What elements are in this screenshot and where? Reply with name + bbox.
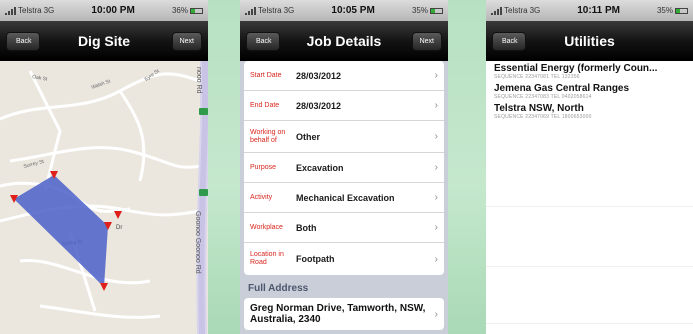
signal-icon <box>5 6 16 15</box>
status-bar: Telstra 3G 10:00 PM 36% <box>0 0 208 21</box>
row-value: Other <box>296 131 321 142</box>
location-in-road-row[interactable]: Location in Road Footpath › <box>244 243 444 275</box>
row-value: 28/03/2012 <box>296 70 342 81</box>
status-bar: Telstra 3G 10:05 PM 35% <box>240 0 448 21</box>
clock: 10:11 PM <box>577 5 621 16</box>
map-label-road-top: nooo Rd <box>195 67 202 94</box>
job-details-screen: Telstra 3G 10:05 PM 35% Back Job Details… <box>240 0 448 334</box>
map-canvas: Oak St Walsh St Eyre St Surrey St Spring… <box>0 61 208 334</box>
row-value: Footpath <box>296 254 335 264</box>
chevron-right-icon: › <box>434 162 438 173</box>
details-group: Start Date 28/03/2012 › End Date 28/03/2… <box>244 61 444 275</box>
network-label: 3G <box>43 6 55 15</box>
next-button[interactable]: Next <box>171 31 202 51</box>
row-value: 28/03/2012 <box>296 100 342 111</box>
utility-detail: SEQUENCE 22347083 TEL 0402058614 <box>494 94 592 100</box>
battery-percent: 36% <box>171 6 188 15</box>
back-button[interactable]: Back <box>6 31 40 51</box>
network-label: 3G <box>529 6 541 15</box>
activity-row[interactable]: Activity Mechanical Excavation › <box>244 183 444 213</box>
row-value: Both <box>296 222 317 233</box>
map-view[interactable]: Oak St Walsh St Eyre St Surrey St Spring… <box>0 61 208 334</box>
chevron-right-icon: › <box>434 131 438 142</box>
network-label: 3G <box>283 6 295 15</box>
signal-icon <box>245 6 256 15</box>
battery-percent: 35% <box>656 6 673 15</box>
address-value: Greg Norman Drive, Tamworth, NSW, Austra… <box>250 303 426 325</box>
navigation-bar: Back Utilities <box>486 21 693 61</box>
divider <box>486 206 693 207</box>
row-label: Activity <box>250 193 273 201</box>
back-button[interactable]: Back <box>492 31 526 51</box>
utilities-list: Essential Energy (formerly Coun... SEQUE… <box>486 61 693 334</box>
workplace-row[interactable]: Workplace Both › <box>244 213 444 243</box>
row-value: Mechanical Excavation <box>296 192 395 203</box>
divider <box>486 323 693 324</box>
chevron-right-icon: › <box>434 192 438 203</box>
battery-icon <box>429 7 443 14</box>
carrier-label: Telstra <box>258 6 282 15</box>
battery-icon <box>189 7 203 14</box>
row-label: Start Date <box>250 71 282 79</box>
route-marker-icon <box>199 189 208 196</box>
utilities-screen: Telstra 3G 10:11 PM 35% Back Utilities E… <box>486 0 693 334</box>
navigation-bar: Back Job Details Next <box>240 21 448 61</box>
dig-site-screen: Telstra 3G 10:00 PM 36% Back Dig Site Ne… <box>0 0 208 334</box>
status-bar: Telstra 3G 10:11 PM 35% <box>486 0 693 21</box>
battery-percent: 35% <box>411 6 428 15</box>
map-label-dr: Dr <box>116 225 122 231</box>
chevron-right-icon: › <box>434 100 438 111</box>
utility-name: Essential Energy (formerly Coun... <box>494 63 658 74</box>
utility-name: Jemena Gas Central Ranges <box>494 83 630 94</box>
row-label: Location in Road <box>250 251 284 266</box>
carrier-label: Telstra <box>18 6 42 15</box>
battery-icon <box>675 7 688 14</box>
row-label: End Date <box>250 101 280 109</box>
signal-icon <box>491 6 502 15</box>
list-item[interactable]: Essential Energy (formerly Coun... SEQUE… <box>486 61 693 81</box>
end-date-row[interactable]: End Date 28/03/2012 › <box>244 91 444 121</box>
divider <box>486 266 693 267</box>
start-date-row[interactable]: Start Date 28/03/2012 › <box>244 61 444 91</box>
clock: 10:00 PM <box>91 5 135 16</box>
purpose-row[interactable]: Purpose Excavation › <box>244 153 444 183</box>
row-label: Purpose <box>250 163 277 171</box>
chevron-right-icon: › <box>434 222 438 233</box>
route-marker-icon <box>199 108 208 115</box>
row-label: Workplace <box>250 223 283 231</box>
utility-detail: SEQUENCE 22347081 TEL 132356 <box>494 74 580 80</box>
navigation-bar: Back Dig Site Next <box>0 21 208 61</box>
chevron-right-icon: › <box>434 70 438 81</box>
row-value: Excavation <box>296 162 344 173</box>
utility-detail: SEQUENCE 22347069 TEL 1800653000 <box>494 114 592 120</box>
utility-name: Telstra NSW, North <box>494 103 584 114</box>
row-label: Working on behalf of <box>250 128 286 144</box>
next-button[interactable]: Next <box>411 31 442 51</box>
chevron-right-icon: › <box>434 253 438 265</box>
full-address-header: Full Address <box>248 283 309 294</box>
address-row[interactable]: Greg Norman Drive, Tamworth, NSW, Austra… <box>244 298 444 330</box>
job-details-form: Start Date 28/03/2012 › End Date 28/03/2… <box>240 61 448 334</box>
back-button[interactable]: Back <box>246 31 280 51</box>
map-label-road: Goonoo Goonoo Rd <box>194 211 201 274</box>
carrier-label: Telstra <box>504 6 528 15</box>
list-item[interactable]: Jemena Gas Central Ranges SEQUENCE 22347… <box>486 81 693 101</box>
working-on-behalf-row[interactable]: Working on behalf of Other › <box>244 121 444 153</box>
clock: 10:05 PM <box>331 5 375 16</box>
chevron-right-icon: › <box>434 308 438 320</box>
list-item[interactable]: Telstra NSW, North SEQUENCE 22347069 TEL… <box>486 101 693 121</box>
